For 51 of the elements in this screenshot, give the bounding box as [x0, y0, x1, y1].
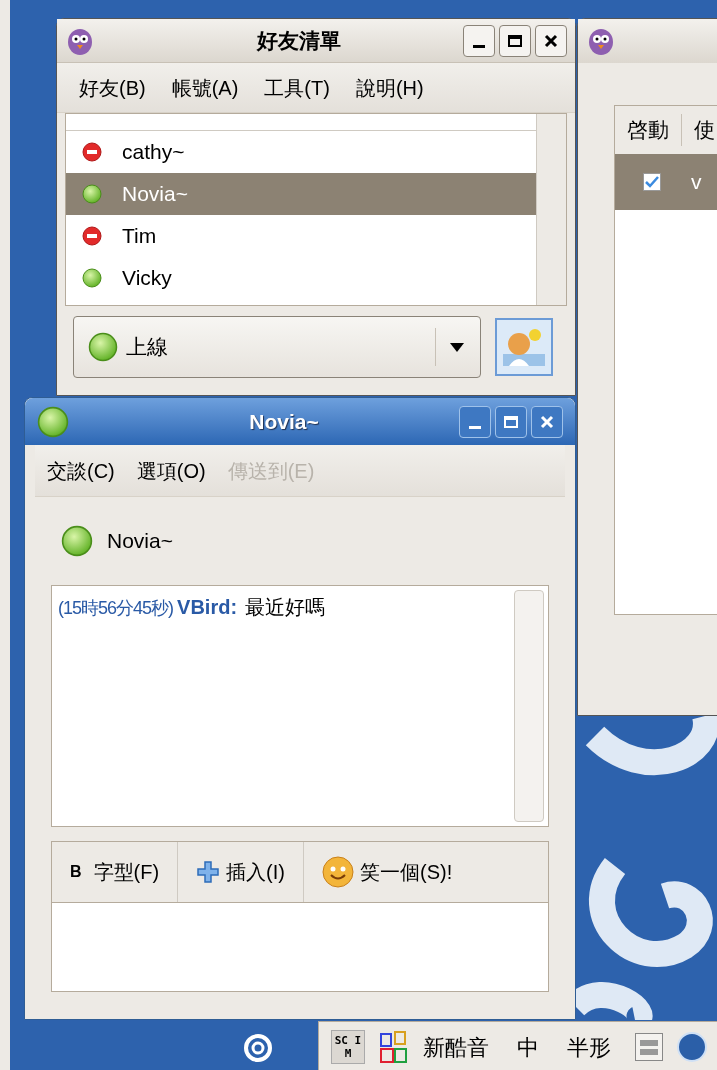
buddy-row[interactable]: Vicky: [66, 257, 536, 299]
message-text: 最近好嗎: [245, 596, 326, 618]
menu-item[interactable]: 交談(C): [47, 455, 115, 486]
buddy-row[interactable]: Tim: [66, 215, 536, 257]
status-dropdown[interactable]: 上線: [73, 316, 481, 378]
table-cell-text: v: [691, 169, 702, 196]
close-icon: [540, 414, 554, 429]
minimize-button[interactable]: [463, 24, 495, 57]
avatar-button[interactable]: [495, 318, 553, 376]
online-status-icon: [82, 268, 102, 288]
input-method-label[interactable]: 中: [517, 1030, 539, 1064]
online-status-icon: [82, 184, 102, 204]
menu-item[interactable]: 說明(H): [355, 72, 424, 103]
close-icon: [544, 33, 558, 48]
buddy-name: Novia~: [107, 528, 173, 555]
plus-icon: [196, 860, 221, 884]
checkbox[interactable]: [643, 173, 661, 191]
sender-name: VBird:: [177, 596, 238, 618]
chewing-icon[interactable]: [379, 1030, 409, 1064]
keyboard-icon[interactable]: [635, 1033, 663, 1061]
window-title: Novia~: [248, 408, 320, 435]
menu-item[interactable]: 工具(T): [264, 72, 330, 103]
menu-item[interactable]: 好友(B): [79, 72, 146, 103]
penguin-icon: [586, 26, 616, 56]
buddy-row[interactable]: cathy~: [66, 131, 536, 173]
input-method-label[interactable]: 新酷音: [423, 1030, 489, 1064]
maximize-button[interactable]: [499, 24, 531, 57]
ring-icon[interactable]: [243, 1033, 273, 1063]
input-method-label[interactable]: 半形: [567, 1030, 611, 1064]
scrollbar[interactable]: [514, 590, 544, 822]
account-row[interactable]: v: [615, 154, 717, 210]
column-header[interactable]: 使: [682, 114, 717, 146]
online-status-icon: [61, 525, 93, 557]
busy-status-icon: [82, 226, 102, 246]
scim-icon[interactable]: SC IM: [331, 1030, 365, 1064]
help-icon[interactable]: [677, 1032, 707, 1062]
menu-item[interactable]: 帳號(A): [171, 72, 239, 103]
scrollbar[interactable]: [536, 114, 566, 305]
buddy-row[interactable]: Novia~: [66, 173, 536, 215]
smiley-icon: [322, 856, 354, 888]
bold-icon: B: [70, 860, 82, 884]
online-status-icon: [88, 332, 118, 362]
menu-item[interactable]: 選項(O): [136, 455, 206, 486]
window-title: 好友清單: [255, 27, 342, 54]
close-button[interactable]: [535, 24, 567, 57]
busy-status-icon: [82, 142, 102, 162]
column-header[interactable]: 啓動: [615, 114, 682, 146]
caret-icon: [450, 342, 464, 352]
online-status-icon: [37, 405, 69, 438]
message-input[interactable]: [52, 903, 548, 991]
timestamp: (15時56分45秒): [58, 598, 174, 618]
